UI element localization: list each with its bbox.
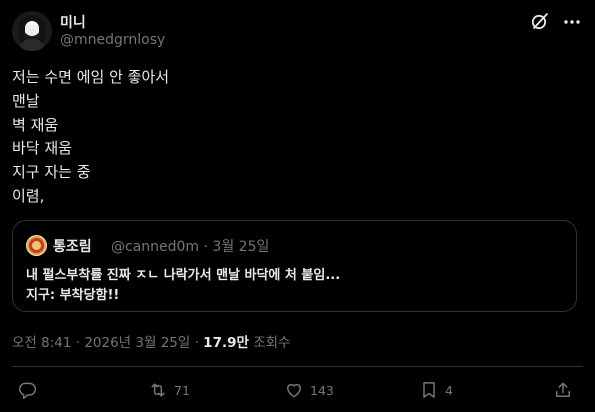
quote-author-name[interactable]: 통조림 xyxy=(53,236,92,256)
heart-icon xyxy=(284,380,304,400)
tweet-line: 저는 수면 에임 안 좋아서 xyxy=(12,68,170,86)
retweet-icon xyxy=(148,380,168,400)
quote-text-line: 지구: 부착당함!! xyxy=(26,288,120,303)
retweet-count: 71 xyxy=(174,382,190,398)
reply-button[interactable] xyxy=(17,378,43,402)
tweet-meta: 오전 8:41 · 2026년 3월 25일 · 17.9만 조회수 xyxy=(12,331,290,351)
more-icon[interactable] xyxy=(562,12,582,32)
grok-icon[interactable] xyxy=(530,11,550,31)
reply-icon xyxy=(17,380,37,400)
views-label: 조회수 xyxy=(248,335,291,351)
avatar[interactable] xyxy=(12,11,52,51)
tweet-line: 바닥 재움 xyxy=(12,139,72,158)
avatar-face xyxy=(26,24,38,36)
like-button[interactable]: 143 xyxy=(284,378,334,402)
timestamp[interactable]: 오전 8:41 · 2026년 3월 25일 · xyxy=(12,335,203,351)
bookmark-icon xyxy=(419,380,439,400)
tweet-line: 이렴, xyxy=(12,186,45,205)
tweet-line: 지구 자는 중 xyxy=(12,163,91,182)
divider xyxy=(12,366,583,367)
share-button[interactable] xyxy=(553,378,573,402)
views-count: 17.9만 xyxy=(203,335,249,351)
bookmark-button[interactable]: 4 xyxy=(419,378,453,402)
bookmark-count: 4 xyxy=(445,382,453,398)
tweet-line: 맨날 xyxy=(12,91,40,110)
quote-text-line: 내 펄스부착률 진짜 ㅈㄴ 나락가서 맨날 바닥에 처 붙임... xyxy=(26,268,341,283)
author-handle[interactable]: @mnedgrnlosy xyxy=(60,32,165,48)
quote-avatar xyxy=(26,235,47,256)
like-count: 143 xyxy=(310,382,334,398)
author-name[interactable]: 미니 xyxy=(60,12,86,32)
quote-handle-date: @canned0m · 3월 25일 xyxy=(111,239,270,255)
quote-card[interactable]: 통조림 @canned0m · 3월 25일 내 펄스부착률 진짜 ㅈㄴ 나락가… xyxy=(12,220,577,312)
tweet-line: 벽 재움 xyxy=(12,115,59,134)
share-icon xyxy=(553,380,573,400)
retweet-button[interactable]: 71 xyxy=(148,378,190,402)
tweet: 미니 @mnedgrnlosy 저는 수면 에임 안 좋아서 맨날 벽 재움 바… xyxy=(0,0,595,412)
tweet-text: 저는 수면 에임 안 좋아서 맨날 벽 재움 바닥 재움 지구 자는 중 이렴, xyxy=(12,66,169,209)
avatar-body xyxy=(20,39,44,51)
